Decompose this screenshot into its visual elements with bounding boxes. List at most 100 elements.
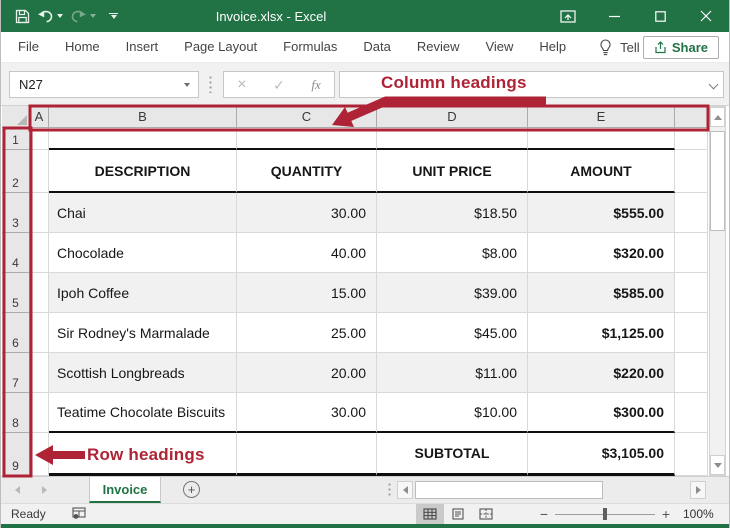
previous-sheet-icon[interactable]: [15, 486, 20, 494]
cell-description[interactable]: Sir Rodney's Marmalade: [49, 313, 237, 353]
tab-bar-divider[interactable]: [388, 482, 391, 498]
cell-amount[interactable]: $585.00: [528, 273, 675, 313]
cell-unit-price[interactable]: $8.00: [377, 233, 528, 273]
cell-quantity[interactable]: 30.00: [237, 393, 377, 433]
redo-button[interactable]: [70, 9, 96, 24]
cell[interactable]: [675, 233, 708, 273]
cell-quantity[interactable]: 25.00: [237, 313, 377, 353]
undo-dropdown-icon[interactable]: [57, 14, 63, 18]
cell[interactable]: [30, 313, 49, 353]
column-header-a[interactable]: A: [30, 106, 49, 128]
save-button[interactable]: [15, 9, 30, 24]
column-header-e[interactable]: E: [528, 106, 675, 128]
tab-home[interactable]: Home: [52, 32, 113, 62]
cell-quantity[interactable]: 15.00: [237, 273, 377, 313]
cell-description[interactable]: Ipoh Coffee: [49, 273, 237, 313]
add-sheet-button[interactable]: +: [183, 481, 200, 498]
zoom-out-icon[interactable]: −: [537, 506, 551, 522]
select-all-corner[interactable]: [2, 106, 30, 128]
cell[interactable]: [30, 393, 49, 433]
column-header-c[interactable]: C: [237, 106, 377, 128]
tab-file[interactable]: File: [1, 32, 52, 62]
row-header-4[interactable]: 4: [2, 233, 30, 273]
scroll-down-button[interactable]: [710, 455, 725, 475]
zoom-level[interactable]: 100%: [683, 507, 714, 521]
cell-unit-price[interactable]: $10.00: [377, 393, 528, 433]
cell[interactable]: [30, 193, 49, 233]
hscroll-left-button[interactable]: [397, 481, 413, 499]
cell-quantity[interactable]: 20.00: [237, 353, 377, 393]
sheet-tab-invoice[interactable]: Invoice: [89, 477, 161, 503]
cell-unit-price[interactable]: $39.00: [377, 273, 528, 313]
scroll-up-button[interactable]: [710, 107, 725, 127]
cell[interactable]: [675, 193, 708, 233]
cell[interactable]: [49, 433, 237, 476]
zoom-slider[interactable]: [555, 504, 655, 524]
cell[interactable]: [237, 128, 377, 150]
cell[interactable]: [675, 273, 708, 313]
cell-amount[interactable]: $555.00: [528, 193, 675, 233]
cell[interactable]: [30, 150, 49, 193]
next-sheet-icon[interactable]: [42, 486, 47, 494]
row-header-6[interactable]: 6: [2, 313, 30, 353]
cell-description[interactable]: Teatime Chocolate Biscuits: [49, 393, 237, 433]
cell[interactable]: [30, 353, 49, 393]
row-header-2[interactable]: 2: [2, 150, 30, 193]
tab-data[interactable]: Data: [350, 32, 403, 62]
name-box[interactable]: N27: [9, 71, 199, 98]
tab-formulas[interactable]: Formulas: [270, 32, 350, 62]
formula-input[interactable]: [339, 71, 724, 98]
page-break-preview-button[interactable]: [472, 504, 500, 524]
cell-description[interactable]: Scottish Longbreads: [49, 353, 237, 393]
cell-header-amount[interactable]: AMOUNT: [528, 150, 675, 193]
undo-button[interactable]: [37, 9, 63, 24]
row-header-7[interactable]: 7: [2, 353, 30, 393]
cell[interactable]: [675, 150, 708, 193]
cell-amount[interactable]: $220.00: [528, 353, 675, 393]
cell-amount[interactable]: $1,125.00: [528, 313, 675, 353]
column-header-d[interactable]: D: [377, 106, 528, 128]
cell[interactable]: [528, 128, 675, 150]
cell[interactable]: [675, 393, 708, 433]
cell-subtotal-label[interactable]: SUBTOTAL: [377, 433, 528, 476]
page-layout-view-button[interactable]: [444, 504, 472, 524]
cell[interactable]: [30, 433, 49, 476]
cell[interactable]: [675, 433, 708, 476]
cell[interactable]: [675, 313, 708, 353]
cell[interactable]: [675, 128, 708, 150]
column-header-b[interactable]: B: [49, 106, 237, 128]
enter-icon[interactable]: ✓: [273, 78, 285, 92]
maximize-button[interactable]: [637, 0, 683, 32]
tab-insert[interactable]: Insert: [113, 32, 172, 62]
formula-bar-expand-icon[interactable]: [709, 80, 719, 90]
cell-amount[interactable]: $300.00: [528, 393, 675, 433]
cell-amount[interactable]: $320.00: [528, 233, 675, 273]
formula-bar-divider[interactable]: [209, 75, 212, 93]
cell[interactable]: [30, 128, 49, 150]
cell-description[interactable]: Chai: [49, 193, 237, 233]
cell-unit-price[interactable]: $11.00: [377, 353, 528, 393]
hscroll-right-button[interactable]: [690, 481, 706, 499]
cell-header-quantity[interactable]: QUANTITY: [237, 150, 377, 193]
cell-quantity[interactable]: 30.00: [237, 193, 377, 233]
row-header-9[interactable]: 9: [2, 433, 30, 476]
cell-unit-price[interactable]: $18.50: [377, 193, 528, 233]
vertical-scrollbar-thumb[interactable]: [710, 131, 725, 231]
minimize-button[interactable]: [591, 0, 637, 32]
ribbon-display-options-button[interactable]: [545, 0, 591, 32]
cell[interactable]: [30, 233, 49, 273]
row-header-1[interactable]: 1: [2, 128, 30, 150]
column-header-partial[interactable]: [675, 106, 708, 128]
cell-subtotal-amount[interactable]: $3,105.00: [528, 433, 675, 476]
normal-view-button[interactable]: [416, 504, 444, 524]
cell[interactable]: [30, 273, 49, 313]
tab-review[interactable]: Review: [404, 32, 473, 62]
cell[interactable]: [675, 353, 708, 393]
zoom-slider-handle[interactable]: [603, 508, 607, 520]
name-box-dropdown-icon[interactable]: [184, 83, 190, 87]
row-header-3[interactable]: 3: [2, 193, 30, 233]
cell[interactable]: [377, 128, 528, 150]
customize-qat-button[interactable]: [109, 13, 118, 20]
cancel-icon[interactable]: ×: [237, 77, 246, 93]
insert-function-icon[interactable]: fx: [311, 77, 320, 93]
